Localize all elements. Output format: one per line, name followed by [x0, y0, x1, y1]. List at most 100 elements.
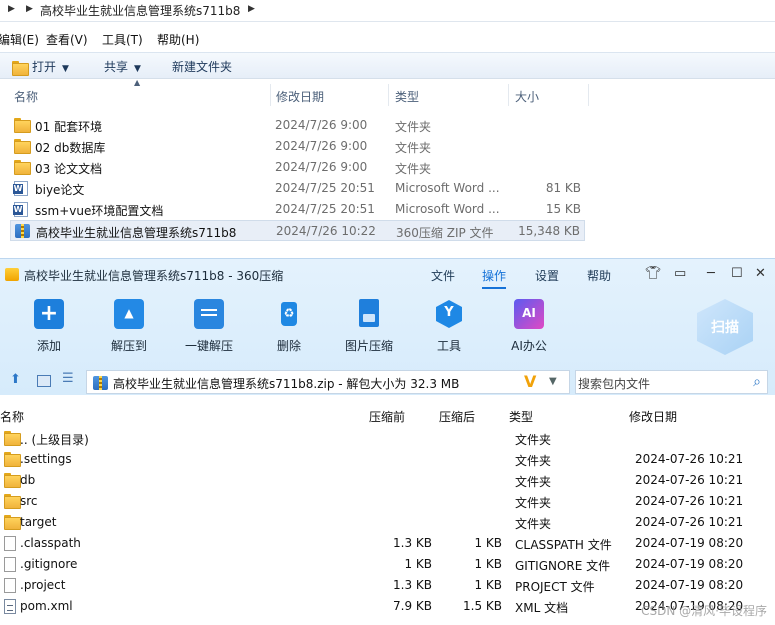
- recycle-bin-icon: [274, 299, 304, 329]
- ai-office-button[interactable]: AI办公: [494, 299, 564, 354]
- close-icon[interactable]: ✕: [755, 266, 766, 281]
- skin-shirt-icon[interactable]: 👕︎: [645, 266, 662, 281]
- maximize-icon[interactable]: ☐: [731, 266, 743, 281]
- extract-to-button[interactable]: 解压到: [94, 299, 164, 354]
- table-row[interactable]: .settings 文件夹 2024-07-26 10:21: [0, 449, 775, 470]
- open-button[interactable]: 打开 ▼: [12, 58, 69, 76]
- up-arrow-icon[interactable]: [10, 372, 24, 387]
- column-type[interactable]: 类型: [395, 88, 419, 105]
- folder-icon: [4, 452, 21, 467]
- chevron-down-icon: ▼: [62, 64, 69, 74]
- column-size[interactable]: 大小: [515, 88, 539, 105]
- folder-icon: [4, 515, 21, 530]
- share-button[interactable]: 共享 ▼: [104, 58, 141, 75]
- file-icon: [4, 578, 16, 593]
- list-view-icon[interactable]: [62, 371, 76, 387]
- menu-help[interactable]: 帮助(H): [157, 31, 199, 48]
- zip-nav-bar: 高校毕业生就业信息管理系统s711b8.zip - 解包大小为 32.3 MB …: [0, 367, 775, 395]
- column-divider[interactable]: [270, 84, 271, 106]
- xml-file-icon: [4, 599, 16, 614]
- archive-search[interactable]: 搜索包内文件 ⌕: [575, 370, 768, 394]
- word-doc-icon: [13, 181, 28, 196]
- folder-icon: [4, 494, 21, 509]
- column-name[interactable]: 名称: [0, 408, 24, 425]
- tools-button[interactable]: 工具: [414, 299, 484, 354]
- extract-icon: [114, 299, 144, 329]
- table-row[interactable]: .project 1.3 KB 1 KB PROJECT 文件 2024-07-…: [0, 575, 775, 596]
- chevron-right-icon[interactable]: ▶: [8, 4, 15, 14]
- column-divider[interactable]: [508, 84, 509, 106]
- image-compress-button[interactable]: 图片压缩: [334, 299, 404, 354]
- new-folder-button[interactable]: 新建文件夹: [172, 58, 232, 75]
- column-modified[interactable]: 修改日期: [629, 408, 677, 425]
- image-compress-icon: [354, 299, 384, 329]
- one-click-extract-button[interactable]: 一键解压: [174, 299, 244, 354]
- scan-label: 扫描: [711, 320, 739, 336]
- search-icon[interactable]: ⌕: [753, 374, 761, 390]
- scan-button[interactable]: 扫描: [697, 299, 753, 355]
- archive-path-field[interactable]: 高校毕业生就业信息管理系统s711b8.zip - 解包大小为 32.3 MB …: [86, 370, 570, 394]
- v-badge-icon[interactable]: V: [524, 372, 536, 391]
- file-icon: [4, 557, 16, 572]
- word-doc-icon: [13, 202, 28, 217]
- add-icon: [34, 299, 64, 329]
- list-item[interactable]: 01 配套环境 2024/7/26 9:00 文件夹: [10, 115, 585, 136]
- folder-icon: [14, 118, 31, 133]
- explorer-window: ▶ ▶ 高校毕业生就业信息管理系统s711b8 ▶ 编辑(E) 查看(V) 工具…: [0, 0, 775, 258]
- table-row[interactable]: db 文件夹 2024-07-26 10:21: [0, 470, 775, 491]
- table-row[interactable]: .classpath 1.3 KB 1 KB CLASSPATH 文件 2024…: [0, 533, 775, 554]
- delete-button[interactable]: 删除: [254, 299, 324, 354]
- tools-icon: [434, 299, 464, 329]
- tab-file[interactable]: 文件: [431, 267, 455, 284]
- sort-up-icon: ▲: [134, 78, 141, 87]
- column-type[interactable]: 类型: [509, 408, 533, 425]
- column-divider[interactable]: [588, 84, 589, 106]
- minimize-icon[interactable]: ─: [707, 266, 715, 281]
- chevron-right-icon[interactable]: ▶: [248, 4, 255, 14]
- table-row[interactable]: target 文件夹 2024-07-26 10:21: [0, 512, 775, 533]
- table-row[interactable]: src 文件夹 2024-07-26 10:21: [0, 491, 775, 512]
- address-bar[interactable]: ▶ ▶ 高校毕业生就业信息管理系统s711b8 ▶: [0, 0, 775, 22]
- search-input[interactable]: 搜索包内文件: [578, 375, 650, 392]
- column-divider[interactable]: [388, 84, 389, 106]
- menu-tools[interactable]: 工具(T): [102, 31, 143, 48]
- folder-icon: [4, 473, 21, 488]
- ai-icon: [514, 299, 544, 329]
- chevron-right-icon[interactable]: ▶: [26, 4, 33, 14]
- chevron-down-icon[interactable]: ▼: [549, 376, 557, 387]
- zip-archive-icon: [93, 376, 108, 390]
- list-item[interactable]: biye论文 2024/7/25 20:51 Microsoft Word ..…: [10, 178, 585, 199]
- folder-icon: [14, 160, 31, 175]
- list-item[interactable]: 02 db数据库 2024/7/26 9:00 文件夹: [10, 136, 585, 157]
- folder-icon: [4, 431, 21, 446]
- column-size-before[interactable]: 压缩前: [369, 408, 405, 425]
- tab-settings[interactable]: 设置: [535, 267, 559, 284]
- column-name[interactable]: 名称: [14, 88, 38, 105]
- zip-archive-icon: [15, 224, 30, 238]
- one-click-extract-icon: [194, 299, 224, 329]
- app-logo-icon: [5, 268, 19, 281]
- explorer-toolbar: 打开 ▼ 共享 ▼ 新建文件夹: [0, 52, 775, 79]
- list-item[interactable]: 03 论文文档 2024/7/26 9:00 文件夹: [10, 157, 585, 178]
- explorer-column-header: 名称 ▲ 修改日期 类型 大小: [0, 78, 600, 106]
- add-button[interactable]: 添加: [14, 299, 84, 354]
- list-item[interactable]: ssm+vue环境配置文档 2024/7/25 20:51 Microsoft …: [10, 199, 585, 220]
- table-row[interactable]: .. (上级目录) 文件夹: [0, 428, 775, 449]
- table-row[interactable]: .gitignore 1 KB 1 KB GITIGNORE 文件 2024-0…: [0, 554, 775, 575]
- zip-window: 高校毕业生就业信息管理系统s711b8 - 360压缩 文件 操作 设置 帮助 …: [0, 258, 775, 625]
- menu-edit[interactable]: 编辑(E): [0, 31, 39, 48]
- column-modified[interactable]: 修改日期: [276, 88, 324, 105]
- file-icon: [4, 536, 16, 551]
- address-path[interactable]: 高校毕业生就业信息管理系统s711b8: [40, 2, 240, 19]
- column-size-after[interactable]: 压缩后: [439, 408, 475, 425]
- tab-operate[interactable]: 操作: [482, 267, 507, 289]
- thumbnail-view-icon[interactable]: [37, 375, 51, 387]
- zip-column-header: 名称 压缩前 压缩后 类型 修改日期: [0, 405, 775, 427]
- menu-bar: 编辑(E) 查看(V) 工具(T) 帮助(H): [0, 28, 775, 50]
- menu-view[interactable]: 查看(V): [46, 31, 88, 48]
- list-item-selected[interactable]: 高校毕业生就业信息管理系统s711b8 2024/7/26 10:22 360压…: [10, 220, 585, 241]
- watermark: CSDN @清风·毕设程序: [641, 604, 767, 618]
- feedback-icon[interactable]: ▭: [674, 266, 686, 281]
- tab-help[interactable]: 帮助: [587, 267, 611, 284]
- window-title: 高校毕业生就业信息管理系统s711b8 - 360压缩: [24, 269, 284, 283]
